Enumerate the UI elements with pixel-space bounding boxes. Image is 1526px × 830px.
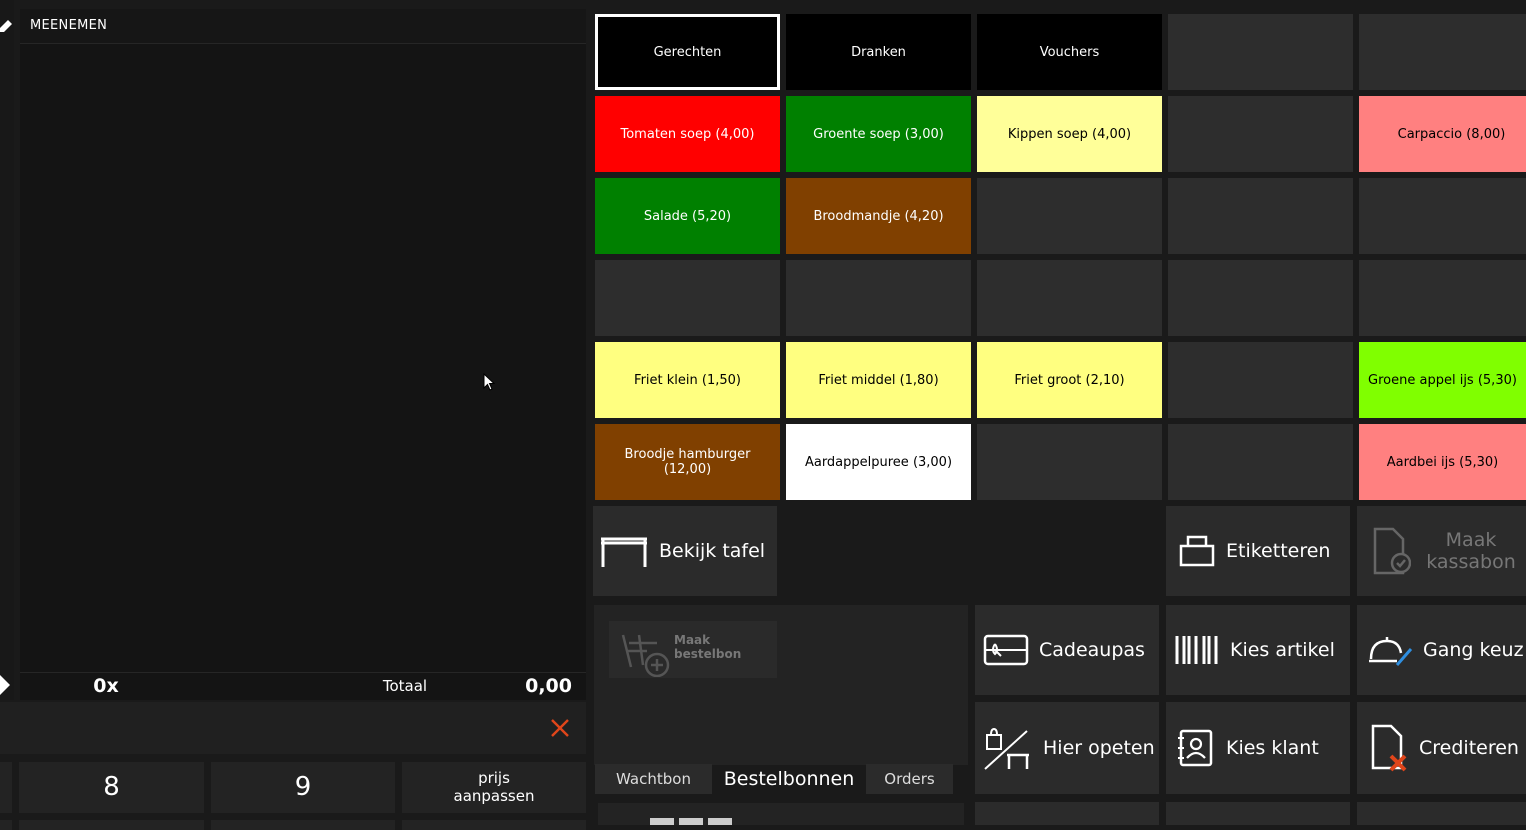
credit-label: Crediteren <box>1419 737 1519 759</box>
product-groene-appel-ijs[interactable]: Groene appel ijs (5,30) <box>1359 342 1526 418</box>
product-aardappelpuree[interactable]: Aardappelpuree (3,00) <box>786 424 971 500</box>
action-button-next-row[interactable] <box>1357 802 1526 825</box>
product-broodmandje[interactable]: Broodmandje (4,20) <box>786 178 971 254</box>
keypad-key-8[interactable]: 8 <box>19 762 204 813</box>
adjust-price-button[interactable]: prijs aanpassen <box>402 762 586 813</box>
tab-bestelbonnen[interactable]: Bestelbonnen <box>712 764 866 794</box>
product-salade[interactable]: Salade (5,20) <box>595 178 780 254</box>
choose-article-button[interactable]: Kies artikel <box>1166 605 1350 695</box>
cloche-pen-icon <box>1369 637 1413 666</box>
empty-tile[interactable] <box>977 260 1162 336</box>
view-table-label: Bekijk tafel <box>659 540 766 562</box>
ticket-list-area <box>598 803 964 825</box>
contact-book-icon <box>1178 729 1213 767</box>
empty-tile[interactable] <box>1168 96 1353 172</box>
expand-arrow-icon[interactable] <box>0 673 12 697</box>
action-button-next-row[interactable] <box>975 802 1159 825</box>
empty-tile[interactable] <box>1168 178 1353 254</box>
tab-wachtbon[interactable]: Wachtbon <box>595 764 712 794</box>
gift-card-icon <box>983 634 1029 666</box>
product-kippen-soep[interactable]: Kippen soep (4,00) <box>977 96 1162 172</box>
mouse-cursor-icon <box>483 373 495 391</box>
empty-tile[interactable] <box>1168 14 1353 90</box>
barcode-icon <box>1175 636 1218 664</box>
keypad-key-7-partial[interactable] <box>0 762 12 813</box>
adjust-price-label-line2: aanpassen <box>453 787 535 805</box>
product-tomaten-soep[interactable]: Tomaten soep (4,00) <box>595 96 780 172</box>
category-tab-vouchers[interactable]: Vouchers <box>977 14 1162 90</box>
product-aardbei-ijs[interactable]: Aardbei ijs (5,30) <box>1359 424 1526 500</box>
empty-tile[interactable] <box>977 424 1162 500</box>
order-quantity: 0x <box>93 675 119 697</box>
document-cancel-icon <box>1371 724 1407 772</box>
product-carpaccio[interactable]: Carpaccio (8,00) <box>1359 96 1526 172</box>
total-label: Totaal <box>382 677 428 695</box>
keypad-row-next[interactable] <box>402 820 586 830</box>
make-receipt-label: Maak kassabon <box>1426 529 1516 573</box>
print-labels-button[interactable]: Etiketteren <box>1166 506 1350 596</box>
empty-tile[interactable] <box>1168 342 1353 418</box>
gift-card-label: Cadeaupas <box>1039 639 1145 661</box>
make-receipt-button[interactable]: Maak kassabon <box>1357 506 1526 596</box>
ticket-chip[interactable] <box>679 818 703 825</box>
empty-tile[interactable] <box>786 260 971 336</box>
eat-here-label: Hier opeten <box>1043 737 1155 759</box>
eat-here-icon <box>984 727 1029 770</box>
ticket-chip[interactable] <box>708 818 732 825</box>
choose-article-label: Kies artikel <box>1230 639 1335 661</box>
product-friet-groot[interactable]: Friet groot (2,10) <box>977 342 1162 418</box>
category-tab-gerechten[interactable]: Gerechten <box>595 14 780 90</box>
keypad-key-9[interactable]: 9 <box>211 762 395 813</box>
make-order-ticket-label: Maak bestelbon <box>674 633 742 661</box>
order-list-panel <box>20 9 586 700</box>
product-broodje-hamburger[interactable]: Broodje hamburger (12,00) <box>595 424 780 500</box>
product-friet-klein[interactable]: Friet klein (1,50) <box>595 342 780 418</box>
empty-tile[interactable] <box>1359 178 1526 254</box>
course-choice-button[interactable]: Gang keuz <box>1357 605 1526 695</box>
empty-tile[interactable] <box>1168 260 1353 336</box>
gift-card-button[interactable]: Cadeaupas <box>975 605 1159 695</box>
printer-icon <box>1179 535 1215 567</box>
edit-pencil-icon[interactable] <box>0 18 12 36</box>
order-type-header: MEENEMEN <box>20 9 586 44</box>
eat-here-button[interactable]: Hier opeten <box>975 702 1159 794</box>
empty-tile[interactable] <box>595 260 780 336</box>
clear-close-icon[interactable] <box>546 714 574 742</box>
choose-customer-label: Kies klant <box>1226 737 1319 759</box>
keypad-row-next[interactable] <box>19 820 204 830</box>
empty-tile[interactable] <box>1359 14 1526 90</box>
total-value: 0,00 <box>525 675 572 697</box>
left-edge-strip <box>0 0 14 700</box>
table-icon <box>601 537 647 567</box>
category-tab-dranken[interactable]: Dranken <box>786 14 971 90</box>
view-table-button[interactable]: Bekijk tafel <box>593 506 777 596</box>
keypad-row-next[interactable] <box>211 820 395 830</box>
amount-input-field[interactable] <box>0 702 586 754</box>
tab-orders[interactable]: Orders <box>866 764 953 794</box>
receipt-check-icon <box>1373 527 1411 575</box>
make-order-ticket-button[interactable]: Maak bestelbon <box>609 621 777 678</box>
product-groente-soep[interactable]: Groente soep (3,00) <box>786 96 971 172</box>
print-labels-label: Etiketteren <box>1226 540 1331 562</box>
keypad-row-next[interactable] <box>0 820 12 830</box>
adjust-price-label-line1: prijs <box>478 769 510 787</box>
product-friet-middel[interactable]: Friet middel (1,80) <box>786 342 971 418</box>
empty-tile[interactable] <box>1359 260 1526 336</box>
action-button-next-row[interactable] <box>1166 802 1350 825</box>
course-choice-label: Gang keuz <box>1423 639 1524 661</box>
empty-tile[interactable] <box>1168 424 1353 500</box>
credit-button[interactable]: Crediteren <box>1357 702 1526 794</box>
empty-tile[interactable] <box>977 178 1162 254</box>
ticket-chip[interactable] <box>650 818 674 825</box>
order-ticket-add-icon <box>621 634 670 677</box>
choose-customer-button[interactable]: Kies klant <box>1166 702 1350 794</box>
